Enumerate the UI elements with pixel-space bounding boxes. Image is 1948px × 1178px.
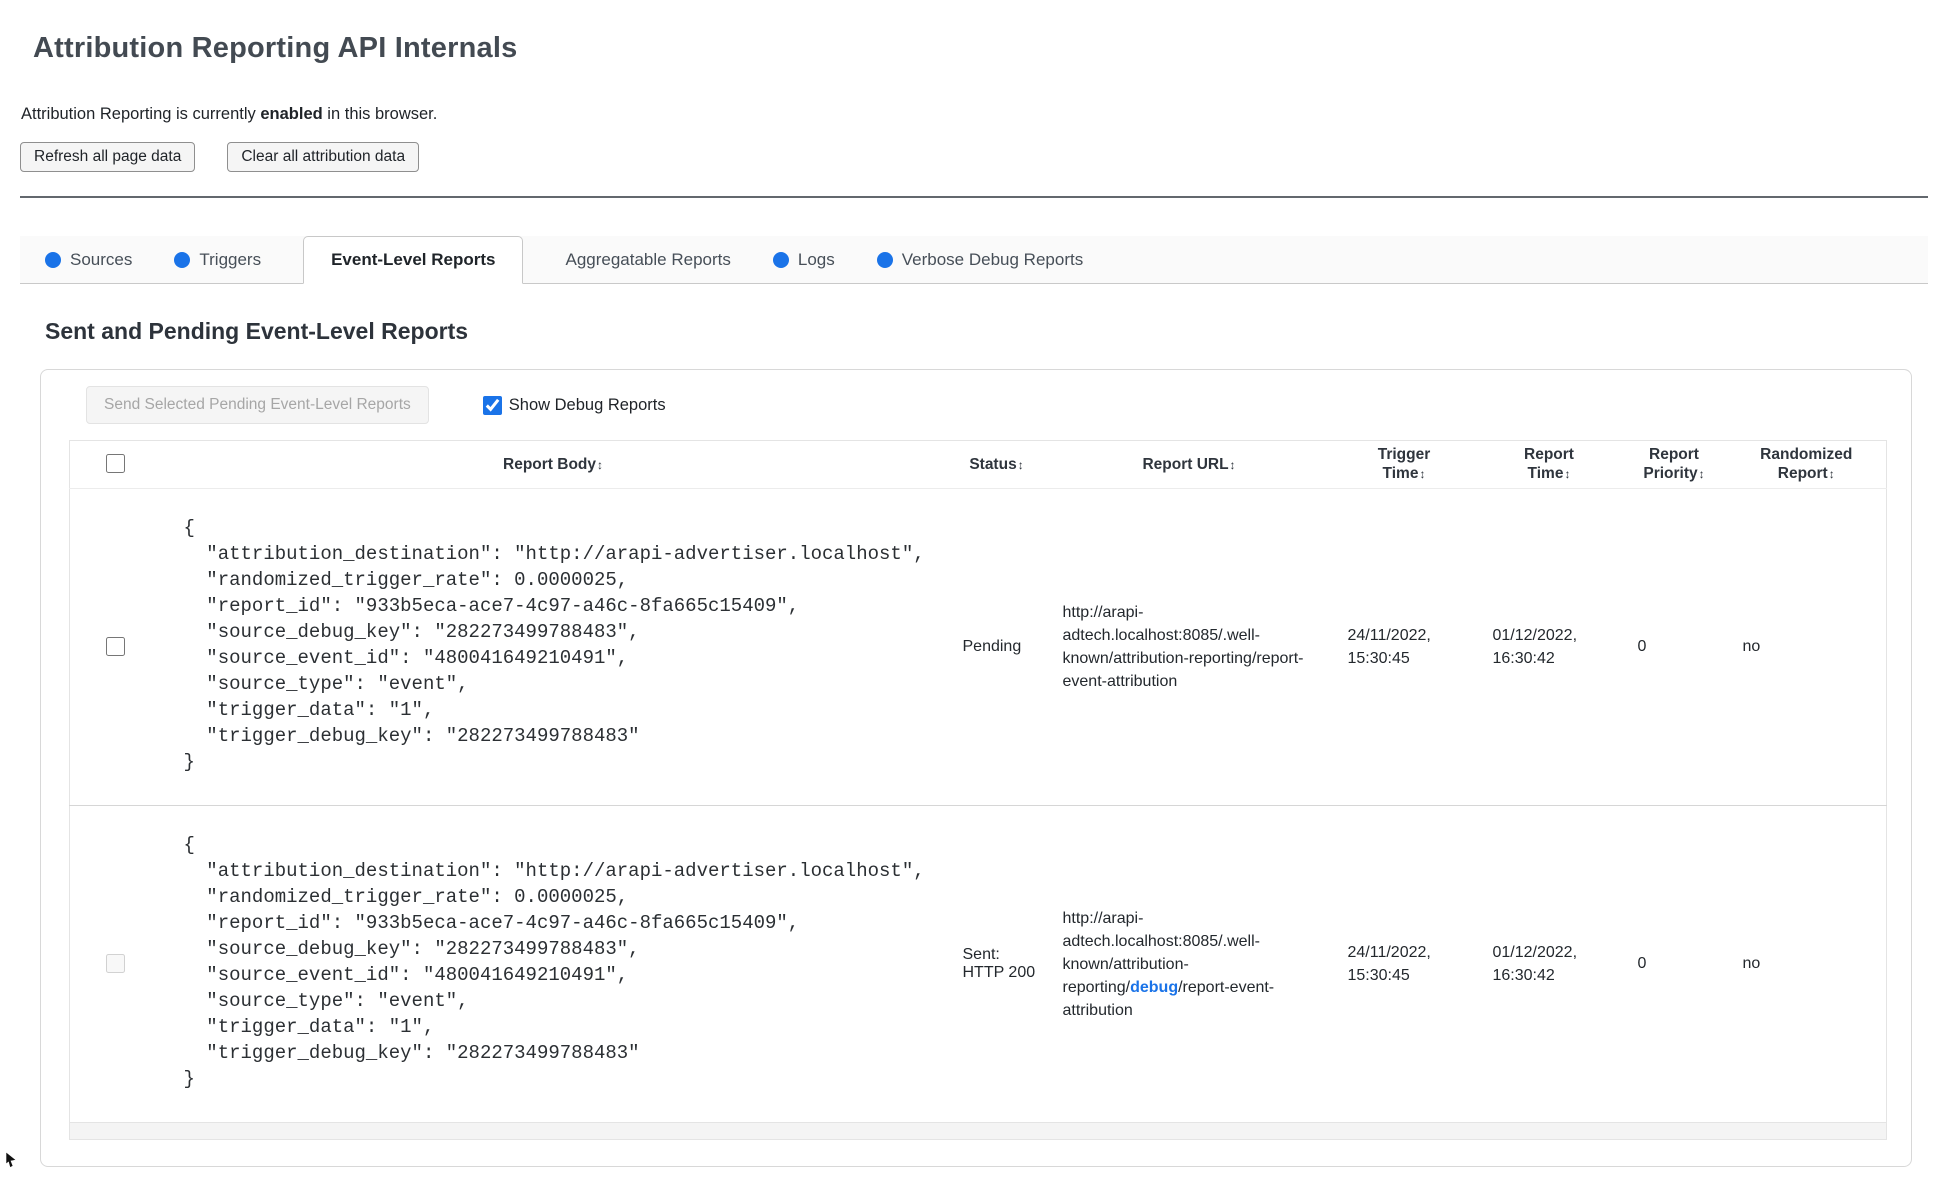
send-selected-reports-button[interactable]: Send Selected Pending Event-Level Report… [86,386,429,424]
column-header-report-url[interactable]: Report URL↕ [1046,440,1332,489]
show-debug-reports-toggle[interactable]: Show Debug Reports [482,395,666,415]
tab-triggers-label: Triggers [199,249,262,269]
show-debug-reports-label: Show Debug Reports [508,395,666,414]
clear-all-button[interactable]: Clear all attribution data [227,142,420,172]
mouse-cursor-icon [5,1152,17,1168]
panel-controls: Send Selected Pending Event-Level Report… [86,386,1911,424]
report-row-checkbox[interactable] [105,636,125,656]
trigger-time: 24/11/2022, 15:30:45 [1347,627,1431,667]
sort-icon: ↕ [1828,467,1835,481]
randomized-report: no [1742,638,1761,655]
tab-bar: Sources Triggers Event-Level Reports Agg… [20,236,1928,284]
tab-logs-label: Logs [797,249,835,269]
table-header-row: Report Body↕ Status↕ Report URL↕ Trigger… [69,440,1887,489]
logs-dot-icon [772,251,789,268]
attribution-internals-page: Attribution Reporting API Internals Attr… [0,0,1948,1167]
tab-sources-label: Sources [70,249,133,269]
sort-icon: ↕ [1564,467,1571,481]
sort-icon: ↕ [1229,457,1236,472]
page-title: Attribution Reporting API Internals [33,32,518,64]
sort-icon: ↕ [1419,467,1426,481]
event-level-reports-table: Report Body↕ Status↕ Report URL↕ Trigger… [69,440,1887,1140]
toolbar: Refresh all page data Clear all attribut… [20,142,1928,172]
status-enabled-text: enabled [260,105,323,123]
column-header-trigger-time[interactable]: Trigger Time↕ [1331,440,1477,489]
report-url: http://arapi-adtech.localhost:8085/.well… [1062,909,1275,1019]
sort-icon: ↕ [1698,467,1705,481]
trigger-time: 24/11/2022, 15:30:45 [1347,944,1431,984]
report-row-sent: { "attribution_destination": "http://ara… [69,806,1887,1123]
status-text-suffix: in this browser. [322,105,438,123]
tab-sources[interactable]: Sources [45,250,132,270]
status-text-prefix: Attribution Reporting is currently [21,105,261,123]
report-body-json: { "attribution_destination": "http://ara… [183,834,925,1090]
report-time: 01/12/2022, 16:30:42 [1492,944,1578,984]
tab-logs[interactable]: Logs [772,249,835,270]
tab-verbose-debug-reports-label: Verbose Debug Reports [901,249,1084,269]
triggers-dot-icon [174,251,191,268]
verbose-debug-dot-icon [876,251,893,268]
tab-aggregatable-reports-label: Aggregatable Reports [565,249,731,269]
reports-panel: Send Selected Pending Event-Level Report… [40,369,1912,1167]
randomized-report: no [1742,955,1761,972]
tab-event-level-reports-label: Event-Level Reports [331,250,496,269]
column-header-report-body[interactable]: Report Body↕ [159,440,947,489]
show-debug-reports-checkbox[interactable] [482,395,502,415]
sort-icon: ↕ [597,457,603,472]
tab-aggregatable-reports[interactable]: Aggregatable Reports [565,250,730,270]
report-row-checkbox[interactable] [105,953,125,973]
column-header-status[interactable]: Status↕ [946,440,1047,489]
sort-icon: ↕ [1017,457,1024,472]
debug-url-segment: debug [1130,978,1179,996]
report-priority: 0 [1637,955,1647,972]
refresh-all-button[interactable]: Refresh all page data [20,142,196,172]
tab-triggers[interactable]: Triggers [174,250,261,270]
select-all-checkbox[interactable] [105,454,125,473]
api-status-line: Attribution Reporting is currently enabl… [21,105,1928,124]
table-footer-row [69,1122,1887,1140]
report-status: Pending [962,638,1022,655]
column-header-report-priority[interactable]: Report Priority↕ [1621,440,1727,489]
report-body-json: { "attribution_destination": "http://ara… [183,517,925,773]
report-url: http://arapi-adtech.localhost:8085/.well… [1062,604,1304,690]
tab-verbose-debug-reports[interactable]: Verbose Debug Reports [876,249,1084,270]
report-time: 01/12/2022, 16:30:42 [1492,627,1578,667]
section-title: Sent and Pending Event-Level Reports [45,318,469,344]
column-header-report-time[interactable]: Report Time↕ [1476,440,1622,489]
divider [20,196,1928,198]
report-status: Sent: HTTP 200 [962,946,1036,981]
report-row-pending: { "attribution_destination": "http://ara… [69,489,1887,806]
column-header-randomized-report[interactable]: Randomized Report↕ [1726,440,1887,489]
report-priority: 0 [1637,638,1647,655]
sources-dot-icon [45,251,61,268]
tab-event-level-reports[interactable]: Event-Level Reports [303,236,524,284]
